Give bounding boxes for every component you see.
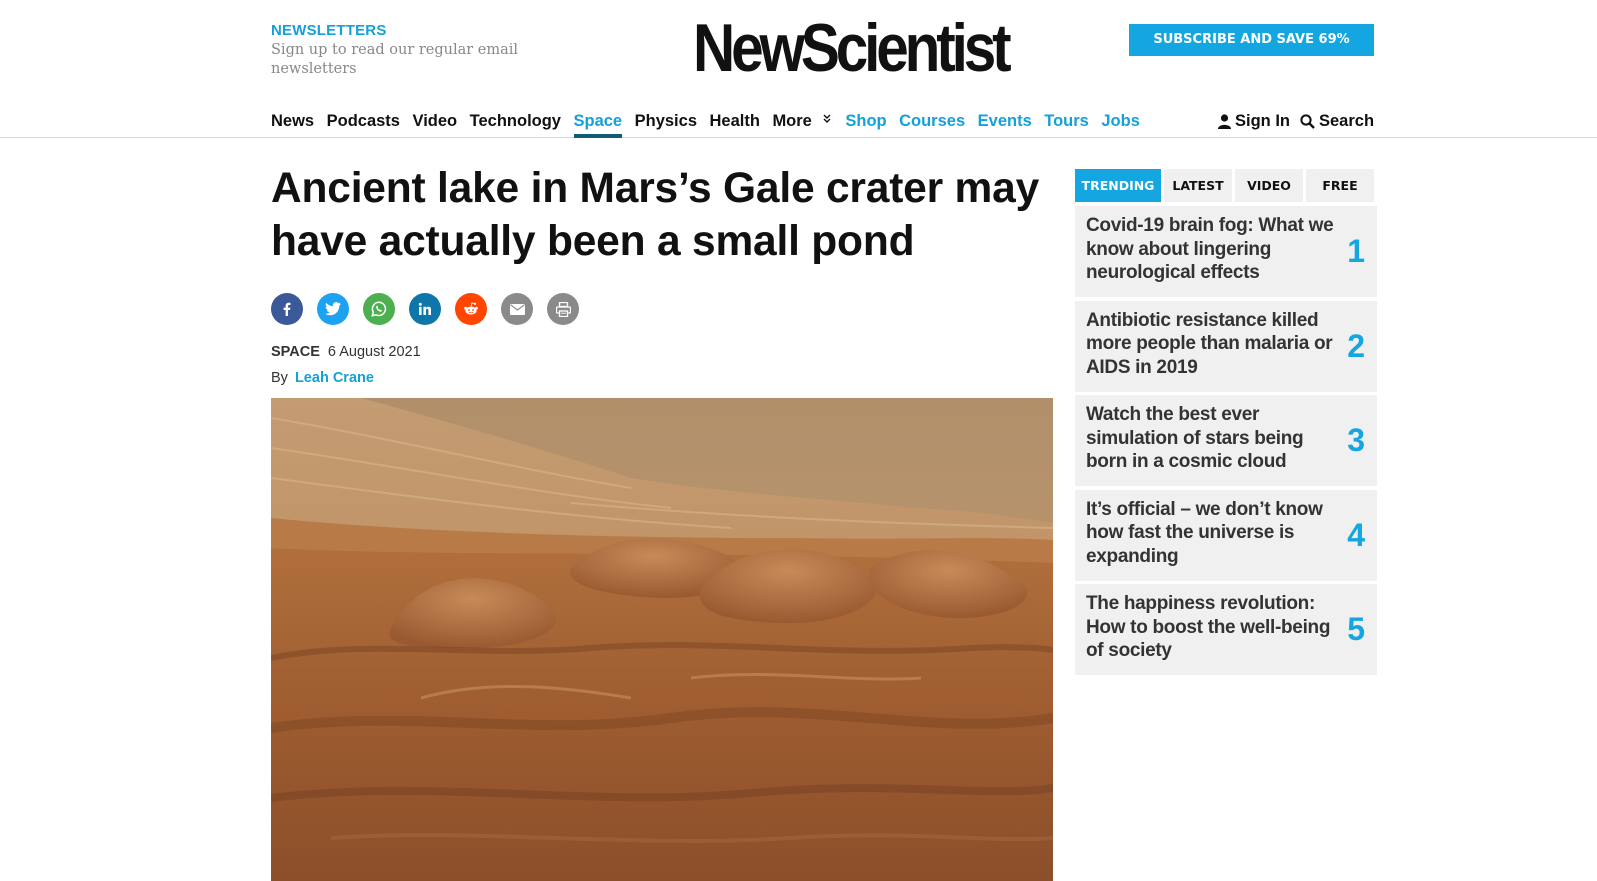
nav-item-events[interactable]: Events [978, 110, 1032, 138]
search-label[interactable]: Search [1319, 112, 1374, 131]
tab-video[interactable]: VIDEO [1235, 169, 1303, 202]
email-icon [509, 303, 525, 315]
linkedin-icon [418, 302, 431, 315]
sign-in-label[interactable]: Sign In [1235, 112, 1290, 131]
share-twitter-button[interactable] [317, 293, 349, 325]
user-icon [1218, 113, 1231, 129]
share-whatsapp-button[interactable] [363, 293, 395, 325]
nav-item-video[interactable]: Video [412, 110, 457, 138]
nav-item-technology[interactable]: Technology [470, 110, 561, 138]
site-header: NEWSLETTERS Sign up to read our regular … [0, 0, 1597, 138]
tab-latest[interactable]: LATEST [1164, 169, 1232, 202]
nav-item-health[interactable]: Health [710, 110, 760, 138]
trending-rank: 4 [1347, 516, 1365, 553]
trending-item[interactable]: Covid-19 brain fog: What we know about l… [1075, 206, 1377, 297]
tab-trending[interactable]: TRENDING [1075, 169, 1161, 202]
share-bar [271, 293, 593, 325]
nav-item-jobs[interactable]: Jobs [1101, 110, 1140, 138]
whatsapp-icon [371, 301, 387, 317]
nav-item-podcasts[interactable]: Podcasts [327, 110, 400, 138]
facebook-icon [283, 302, 291, 316]
share-linkedin-button[interactable] [409, 293, 441, 325]
trending-rank: 3 [1347, 422, 1365, 458]
nav-item-news[interactable]: News [271, 110, 314, 138]
subscribe-button[interactable]: SUBSCRIBE AND SAVE 69% [1129, 24, 1374, 56]
trending-list: Covid-19 brain fog: What we know about l… [1075, 206, 1377, 679]
trending-item[interactable]: Watch the best ever simulation of stars … [1075, 395, 1377, 486]
nav-item-shop[interactable]: Shop [845, 110, 886, 138]
trending-item[interactable]: The happiness revolution: How to boost t… [1075, 584, 1377, 675]
trending-title[interactable]: Antibiotic resistance killed more people… [1086, 309, 1336, 380]
trending-title[interactable]: Watch the best ever simulation of stars … [1086, 403, 1336, 474]
article-meta: SPACE 6 August 2021 [271, 344, 421, 360]
trending-title[interactable]: Covid-19 brain fog: What we know about l… [1086, 214, 1336, 285]
reddit-icon [464, 302, 478, 315]
nav-item-more[interactable]: More [772, 110, 811, 138]
account-nav: Sign In Search [1218, 110, 1384, 132]
nav-item-physics[interactable]: Physics [635, 110, 697, 138]
trending-item[interactable]: Antibiotic resistance killed more people… [1075, 300, 1377, 392]
main-nav: News Podcasts Video Technology Space Phy… [271, 110, 1152, 138]
print-icon [555, 301, 571, 317]
newsletters-title[interactable]: NEWSLETTERS [271, 22, 571, 39]
share-print-button[interactable] [547, 293, 579, 325]
sidebar-tabs: TRENDING LATEST VIDEO FREE [1075, 169, 1377, 202]
trending-item[interactable]: It’s official – we don’t know how fast t… [1075, 489, 1377, 581]
search-link[interactable]: Search [1300, 112, 1374, 131]
share-reddit-button[interactable] [455, 293, 487, 325]
article-headline: Ancient lake in Mars’s Gale crater may h… [271, 165, 1040, 265]
chevron-down-icon[interactable] [823, 110, 831, 132]
author-link[interactable]: Leah Crane [295, 370, 374, 386]
newsletters-text[interactable]: Sign up to read our regular email newsle… [271, 41, 571, 79]
trending-rank: 2 [1347, 327, 1365, 364]
trending-rank: 1 [1347, 233, 1365, 269]
trending-title[interactable]: The happiness revolution: How to boost t… [1086, 592, 1336, 663]
nav-item-courses[interactable]: Courses [899, 110, 965, 138]
newsletters-promo[interactable]: NEWSLETTERS Sign up to read our regular … [271, 22, 571, 79]
nav-item-tours[interactable]: Tours [1044, 110, 1089, 138]
byline-prefix: By [271, 370, 288, 386]
search-icon [1300, 113, 1315, 129]
trending-title[interactable]: It’s official – we don’t know how fast t… [1086, 498, 1336, 569]
article-date: 6 August 2021 [327, 344, 421, 360]
share-email-button[interactable] [501, 293, 533, 325]
tab-free[interactable]: FREE [1306, 169, 1374, 202]
site-logo[interactable]: NewScientist [693, 14, 1012, 82]
nav-item-space[interactable]: Space [573, 110, 623, 138]
article-section[interactable]: SPACE [271, 344, 320, 360]
article-byline: By Leah Crane [271, 370, 374, 386]
twitter-icon [325, 302, 341, 316]
hero-image [271, 398, 1053, 881]
trending-rank: 5 [1347, 611, 1365, 647]
sign-in-link[interactable]: Sign In [1218, 112, 1290, 131]
share-facebook-button[interactable] [271, 293, 303, 325]
